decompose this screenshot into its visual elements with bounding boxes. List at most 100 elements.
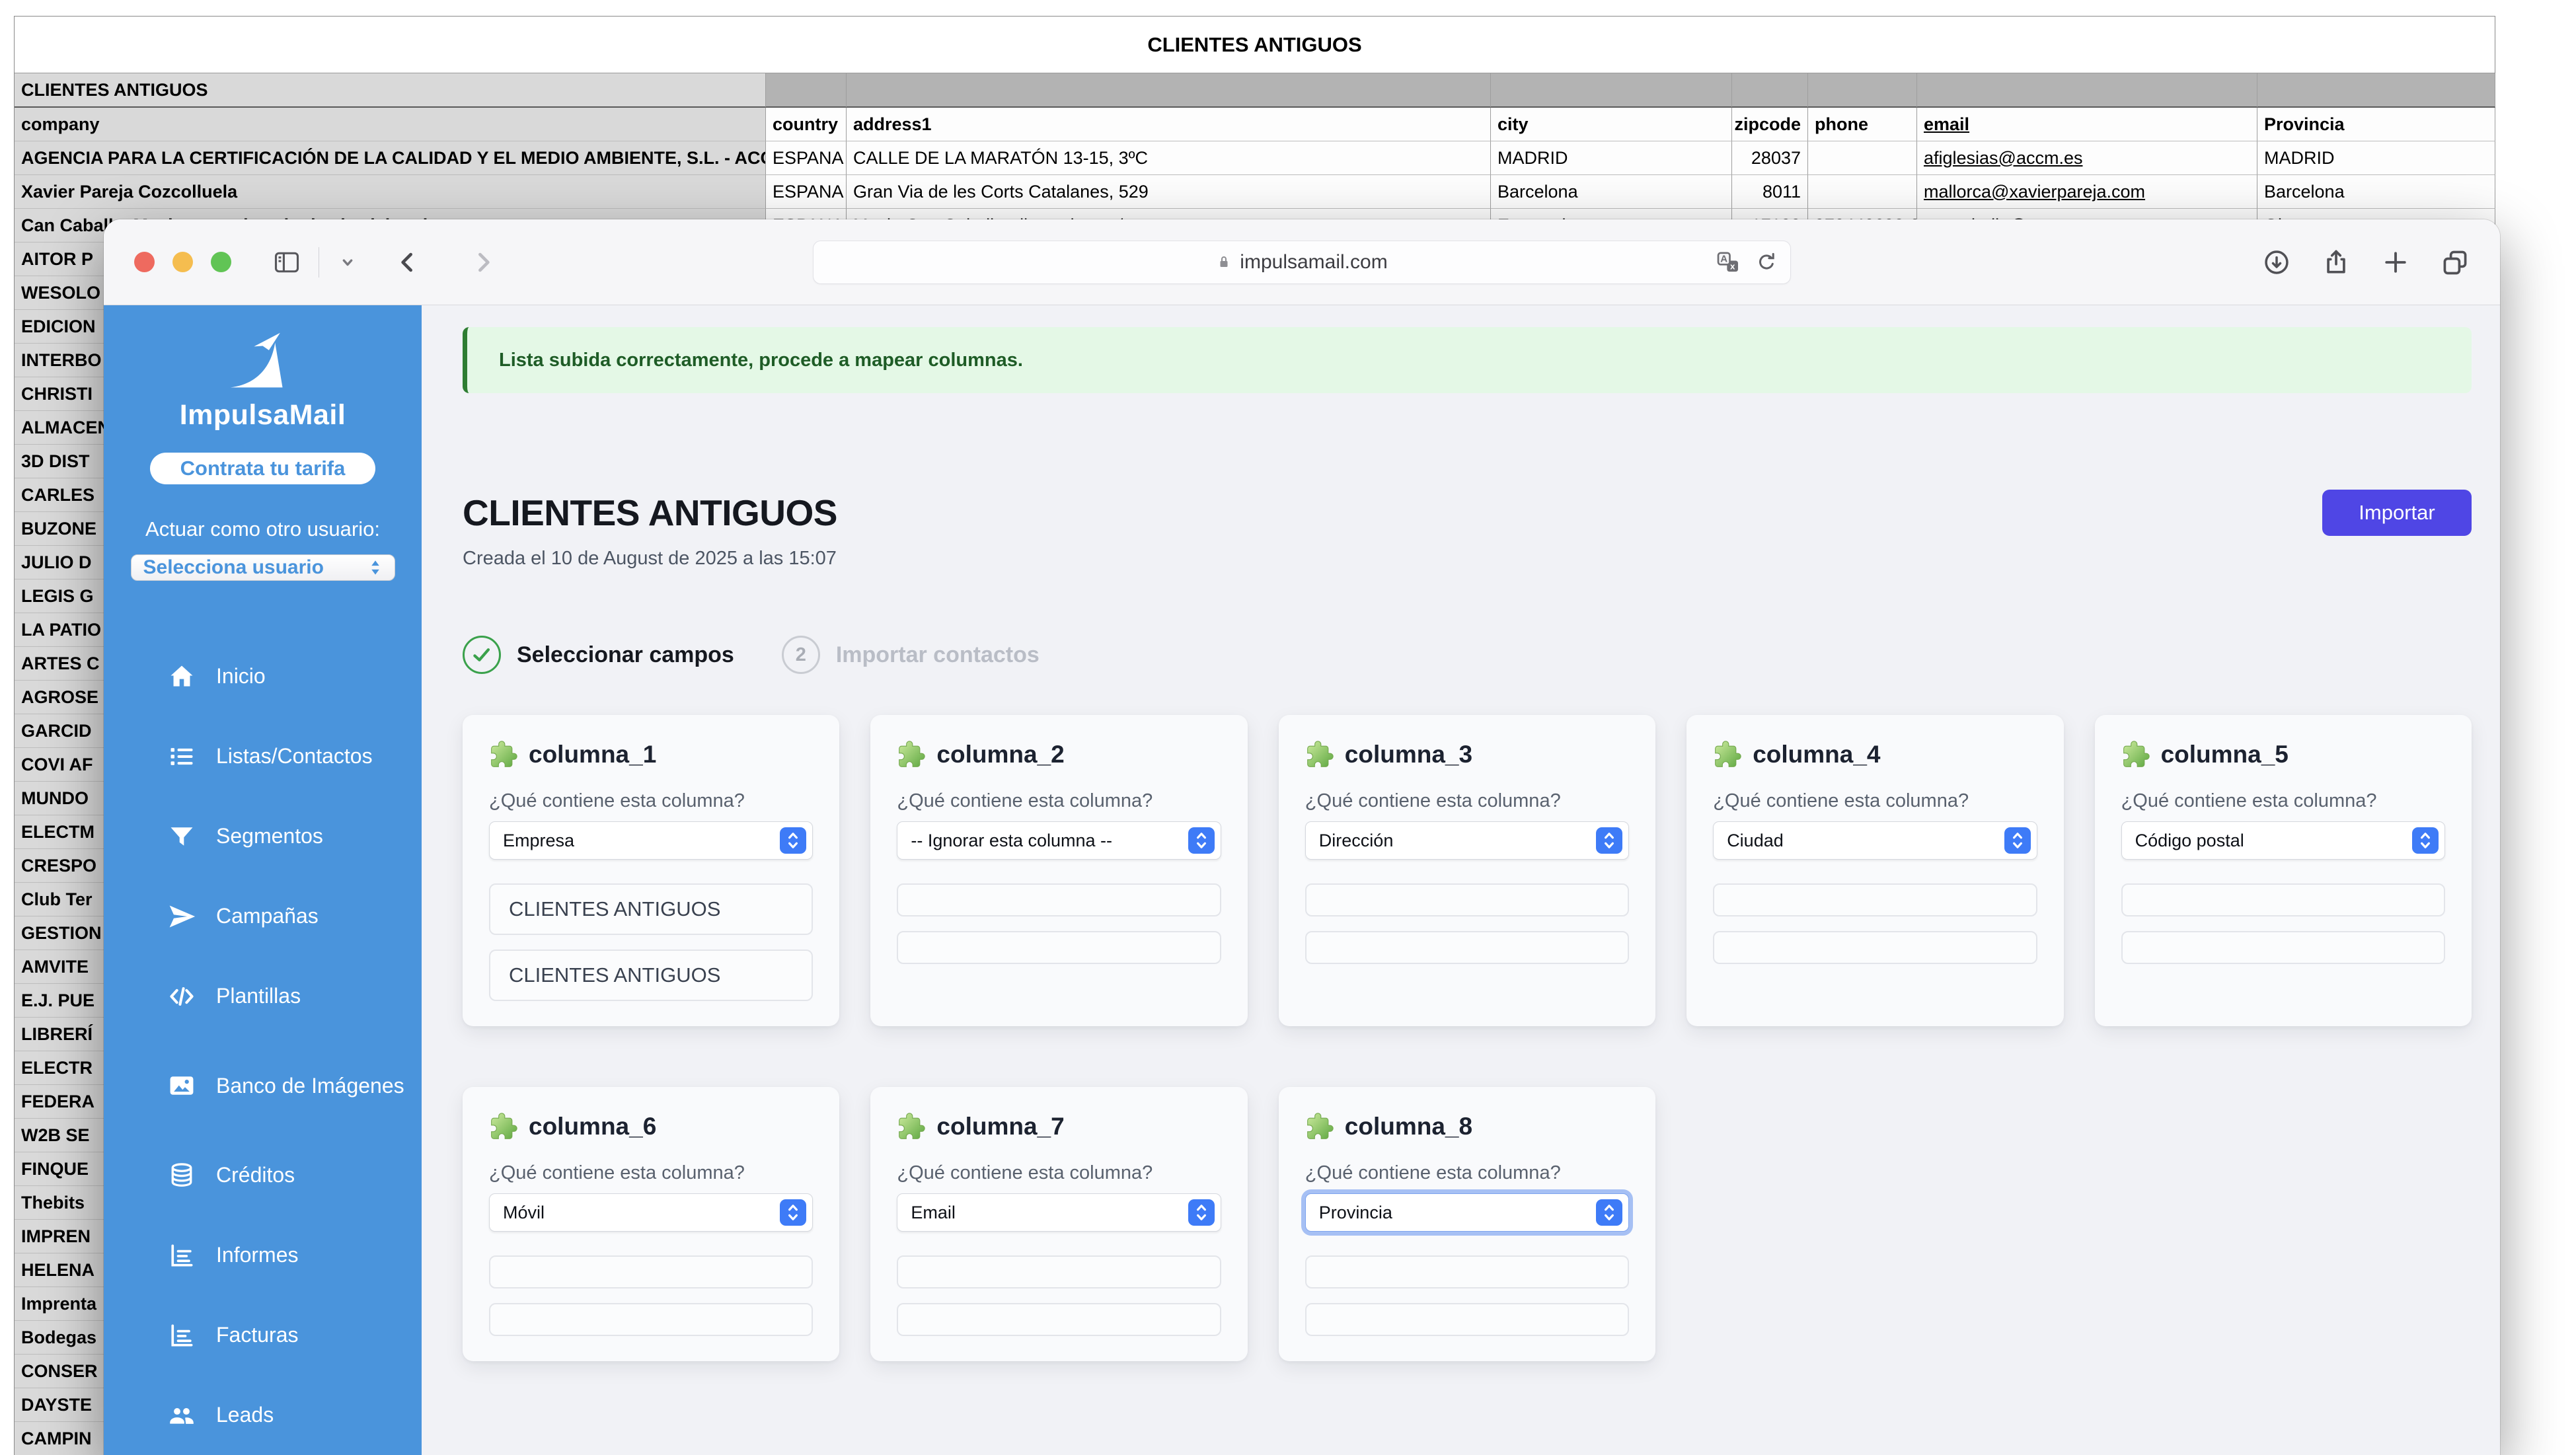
image-icon [167,1071,196,1100]
sample-value [489,1303,813,1336]
user-select[interactable]: Selecciona usuario [131,554,395,581]
cell-address1[interactable]: Gran Via de les Corts Catalanes, 529 [847,175,1491,209]
email-link[interactable]: email [1924,114,1969,135]
cell-Provincia[interactable]: Barcelona [2257,175,2495,209]
step1-label: Seleccionar campos [517,642,734,668]
header-cell-zipcode[interactable]: zipcode [1732,108,1808,141]
sidebar-item-informes[interactable]: Informes [167,1215,422,1295]
report-icon [167,1241,196,1270]
impulsamail-logo-icon [202,330,324,392]
sidebar-item-cr-ditos[interactable]: Créditos [167,1135,422,1215]
band-cell-company[interactable]: CLIENTES ANTIGUOS [15,73,766,108]
column-type-select-columna_6[interactable]: Móvil [489,1193,813,1232]
sidebar-item-leads[interactable]: Leads [167,1375,422,1455]
contract-plan-button[interactable]: Contrata tu tarifa [150,453,376,484]
sample-value [1305,1303,1629,1336]
select-stepper-icon [1188,1199,1215,1226]
url-field[interactable]: impulsamail.com x A [813,241,1791,284]
sidebar-item-banco-de-im-genes[interactable]: Banco de Imágenes [167,1036,422,1135]
cell-country[interactable]: ESPANA [766,175,847,209]
column-card-columna_6: columna_6 ¿Qué contiene esta columna? Mó… [463,1087,839,1361]
header-cell-city[interactable]: city [1491,108,1732,141]
cell-Provincia[interactable]: MADRID [2257,141,2495,175]
sidebar-item-segmentos[interactable]: Segmentos [167,796,422,876]
column-type-select-columna_5[interactable]: Código postal [2121,821,2445,860]
cell-zipcode[interactable]: 28037 [1732,141,1808,175]
cell-company[interactable]: AGENCIA PARA LA CERTIFICACIÓN DE LA CALI… [15,141,766,175]
step-select-fields: Seleccionar campos [463,636,734,674]
zoom-button[interactable] [211,252,231,272]
column-question: ¿Qué contiene esta columna? [1305,1162,1629,1184]
column-type-select-columna_1[interactable]: Empresa [489,821,813,860]
sample-value [1305,931,1629,964]
cell-email[interactable]: mallorca@xavierpareja.com [1917,175,2257,209]
sidebar-item-campa-as[interactable]: Campañas [167,876,422,956]
cell-city[interactable]: MADRID [1491,141,1732,175]
cell-country[interactable]: ESPANA [766,141,847,175]
band-cell-address1[interactable] [847,73,1491,108]
band-cell-city[interactable] [1491,73,1732,108]
band-cell-Provincia[interactable] [2257,73,2495,108]
sample-value [897,1255,1221,1288]
band-cell-email[interactable] [1917,73,2257,108]
column-type-select-columna_7[interactable]: Email [897,1193,1221,1232]
step1-check-icon [463,636,501,674]
chevron-down-icon[interactable] [336,248,359,277]
sheet-row: Xavier Pareja CozcolluelaESPANAGran Via … [15,175,2495,209]
sidebar-item-inicio[interactable]: Inicio [167,636,422,716]
traffic-lights [134,252,231,272]
send-icon [167,902,196,931]
email-link[interactable]: mallorca@xavierpareja.com [1924,182,2145,202]
column-type-select-columna_3[interactable]: Dirección [1305,821,1629,860]
sheet-row: CLIENTES ANTIGUOS [15,73,2495,108]
sample-value [1305,1255,1629,1288]
sidebar-item-listas-contactos[interactable]: Listas/Contactos [167,716,422,796]
wizard-steps: Seleccionar campos 2 Importar contactos [463,636,2472,674]
header-cell-Provincia[interactable]: Provincia [2257,108,2495,141]
header-cell-email[interactable]: email [1917,108,2257,141]
tab-overview-icon[interactable] [2441,248,2470,277]
band-cell-country[interactable] [766,73,847,108]
sample-value [1305,883,1629,916]
cell-phone[interactable] [1808,141,1917,175]
share-icon[interactable] [2322,248,2351,277]
column-question: ¿Qué contiene esta columna? [1305,790,1629,812]
cell-phone[interactable] [1808,175,1917,209]
sample-value [897,931,1221,964]
column-card-columna_3: columna_3 ¿Qué contiene esta columna? Di… [1279,715,1655,1026]
header-cell-company[interactable]: company [15,108,766,141]
header-cell-address1[interactable]: address1 [847,108,1491,141]
header-cell-country[interactable]: country [766,108,847,141]
import-button[interactable]: Importar [2322,490,2472,536]
downloads-icon[interactable] [2262,248,2291,277]
band-cell-zipcode[interactable] [1732,73,1808,108]
sample-value [489,1255,813,1288]
cell-zipcode[interactable]: 8011 [1732,175,1808,209]
band-cell-phone[interactable] [1808,73,1917,108]
cell-address1[interactable]: CALLE DE LA MARATÓN 13-15, 3ºC [847,141,1491,175]
translate-icon[interactable]: x A [1715,249,1741,276]
cell-city[interactable]: Barcelona [1491,175,1732,209]
column-type-select-columna_8[interactable]: Provincia [1305,1193,1629,1232]
column-type-select-columna_4[interactable]: Ciudad [1713,821,2037,860]
cell-company[interactable]: Xavier Pareja Cozcolluela [15,175,766,209]
back-icon[interactable] [393,248,422,277]
cell-email[interactable]: afiglesias@accm.es [1917,141,2257,175]
sample-value [2121,883,2445,916]
new-tab-icon[interactable] [2381,248,2410,277]
svg-text:A: A [1720,253,1727,264]
header-cell-phone[interactable]: phone [1808,108,1917,141]
sidebar-item-facturas[interactable]: Facturas [167,1295,422,1375]
spreadsheet-title: CLIENTES ANTIGUOS [15,17,2495,73]
column-type-select-columna_2[interactable]: -- Ignorar esta columna -- [897,821,1221,860]
puzzle-icon [489,740,518,769]
column-name: columna_5 [2161,741,2289,768]
list-icon [167,742,196,771]
forward-icon[interactable] [469,248,498,277]
email-link[interactable]: afiglesias@accm.es [1924,148,2083,168]
minimize-button[interactable] [172,252,193,272]
reload-icon[interactable] [1755,250,1778,274]
sidebar-toggle-icon[interactable] [272,248,301,277]
close-button[interactable] [134,252,155,272]
sidebar-item-plantillas[interactable]: Plantillas [167,956,422,1036]
